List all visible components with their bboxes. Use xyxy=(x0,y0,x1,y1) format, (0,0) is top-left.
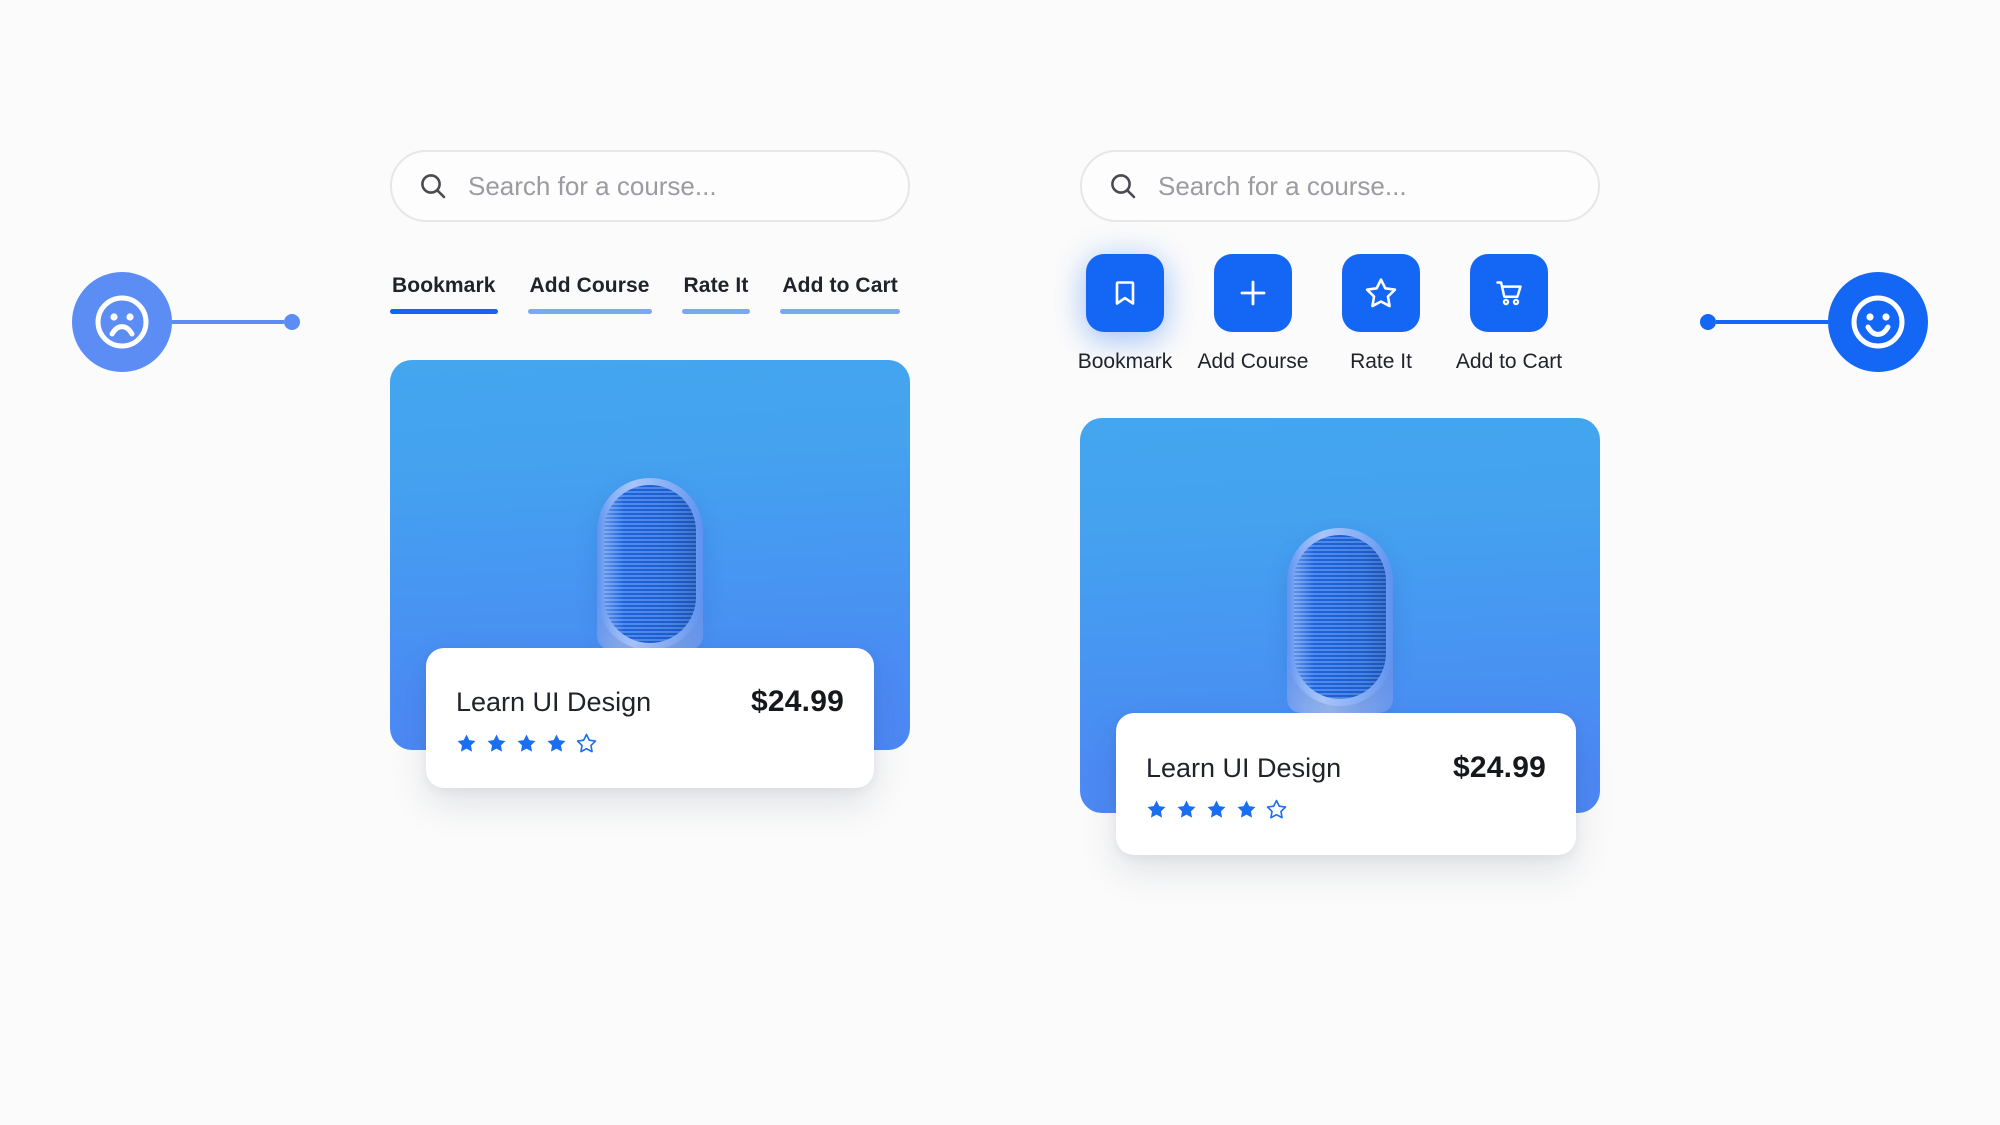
search-bar[interactable] xyxy=(390,150,910,222)
nav-link-label: Rate It xyxy=(683,274,749,297)
rating-stars[interactable] xyxy=(1116,785,1576,820)
nav-button-label: Add Course xyxy=(1197,350,1309,373)
happy-face-icon xyxy=(1828,272,1928,372)
nav-link-label: Add Course xyxy=(529,274,650,297)
search-icon xyxy=(418,171,448,201)
star-filled-icon xyxy=(487,734,506,752)
nav-link-underline xyxy=(390,309,498,314)
nav-button-bookmark[interactable]: Bookmark xyxy=(1077,254,1173,374)
course-card[interactable]: Learn UI Design $24.99 xyxy=(390,360,910,788)
course-info-card: Learn UI Design $24.99 xyxy=(426,648,874,788)
text-link-nav: Bookmark Add Course Rate It Add to Cart xyxy=(390,274,910,314)
nav-button-label: Rate It xyxy=(1350,350,1412,373)
rating-stars[interactable] xyxy=(426,719,874,754)
course-title: Learn UI Design xyxy=(456,687,652,717)
star-icon xyxy=(1342,254,1420,332)
variant-left: Bookmark Add Course Rate It Add to Cart xyxy=(390,0,910,788)
nav-link-label: Add to Cart xyxy=(782,274,898,297)
star-filled-icon xyxy=(547,734,566,752)
comparison-canvas: Bookmark Add Course Rate It Add to Cart xyxy=(0,0,2000,1125)
mood-indicator-negative xyxy=(72,272,300,372)
nav-button-add-to-cart[interactable]: Add to Cart xyxy=(1456,254,1562,374)
nav-link-bookmark[interactable]: Bookmark xyxy=(390,274,498,314)
course-price: $24.99 xyxy=(1453,751,1546,784)
mood-indicator-positive xyxy=(1700,272,1928,372)
search-bar[interactable] xyxy=(1080,150,1600,222)
star-outline-icon xyxy=(1266,799,1287,819)
nav-link-add-to-cart[interactable]: Add to Cart xyxy=(780,274,900,314)
star-filled-icon xyxy=(517,734,536,752)
mood-connector-dot xyxy=(1700,314,1716,330)
star-filled-icon xyxy=(457,734,476,752)
course-card[interactable]: Learn UI Design $24.99 xyxy=(1080,418,1600,855)
nav-button-label: Bookmark xyxy=(1077,350,1173,373)
nav-button-add-course[interactable]: Add Course xyxy=(1198,254,1308,374)
star-filled-icon xyxy=(1147,800,1166,818)
nav-button-label: Add to Cart xyxy=(1455,350,1563,373)
plus-icon xyxy=(1214,254,1292,332)
nav-link-underline xyxy=(527,309,652,314)
course-info-row: Learn UI Design $24.99 xyxy=(1116,713,1576,785)
course-price: $24.99 xyxy=(751,685,844,718)
search-icon xyxy=(1108,171,1138,201)
course-info-row: Learn UI Design $24.99 xyxy=(426,648,874,719)
star-outline-icon xyxy=(576,733,597,753)
star-filled-icon xyxy=(1207,800,1226,818)
nav-link-underline xyxy=(681,309,751,314)
search-input[interactable] xyxy=(1158,170,1572,202)
search-input[interactable] xyxy=(468,170,882,202)
mood-connector-line xyxy=(172,320,284,324)
star-filled-icon xyxy=(1237,800,1256,818)
nav-link-label: Bookmark xyxy=(392,274,496,297)
bookmark-icon xyxy=(1086,254,1164,332)
course-info-card: Learn UI Design $24.99 xyxy=(1116,713,1576,855)
nav-link-rate-it[interactable]: Rate It xyxy=(681,274,751,314)
cart-icon xyxy=(1470,254,1548,332)
mood-connector-dot xyxy=(284,314,300,330)
sad-face-icon xyxy=(72,272,172,372)
nav-link-underline xyxy=(780,309,900,314)
icon-button-nav: Bookmark Add Course Rate It Add to Cart xyxy=(1077,254,1600,374)
nav-button-rate-it[interactable]: Rate It xyxy=(1336,254,1426,374)
course-title: Learn UI Design xyxy=(1146,753,1342,783)
variant-right: Bookmark Add Course Rate It xyxy=(1077,0,1600,855)
mood-connector-line xyxy=(1716,320,1828,324)
star-filled-icon xyxy=(1177,800,1196,818)
nav-link-add-course[interactable]: Add Course xyxy=(527,274,652,314)
